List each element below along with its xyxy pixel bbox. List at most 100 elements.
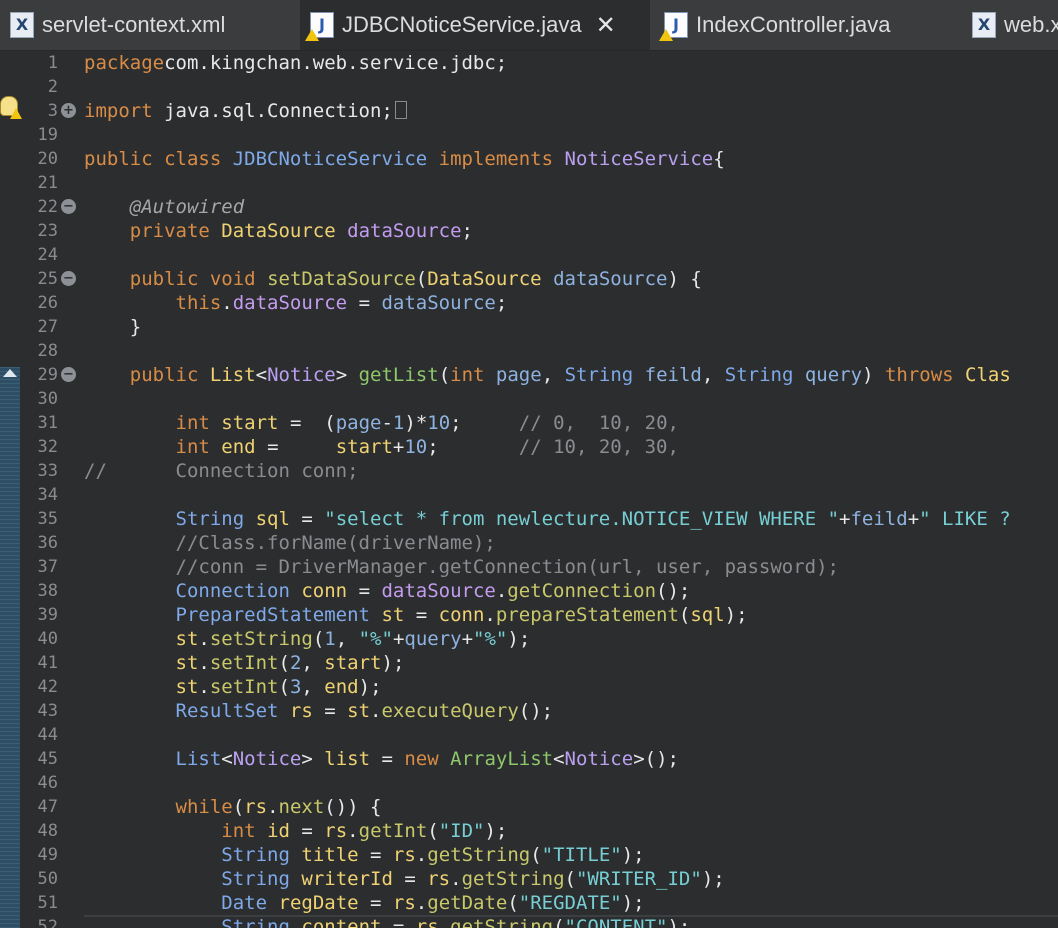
code-token: ( bbox=[312, 628, 325, 650]
collapsed-imports-marker[interactable] bbox=[394, 101, 407, 119]
code-line[interactable]: 37 //conn = DriverManager.getConnection(… bbox=[0, 555, 1058, 579]
line-number: 28 bbox=[37, 341, 58, 361]
code-token: + bbox=[392, 628, 405, 650]
code-token: new bbox=[404, 748, 439, 770]
code-line[interactable]: 40 st.setString(1, "%"+query+"%"); bbox=[0, 627, 1058, 651]
code-line[interactable]: 47 while(rs.next()) { bbox=[0, 795, 1058, 819]
code-line[interactable]: 3 + import java.sql.Connection; bbox=[0, 99, 1058, 123]
code-line[interactable]: 46 bbox=[0, 771, 1058, 795]
code-token: "REGDATE" bbox=[518, 892, 622, 914]
code-token: public class bbox=[84, 148, 222, 170]
code-token: int bbox=[175, 412, 210, 434]
code-line[interactable]: 22− @Autowired bbox=[0, 195, 1058, 219]
code-token: sql bbox=[690, 604, 725, 626]
code-token: "select * from newlecture.NOTICE_VIEW WH… bbox=[324, 508, 840, 530]
code-line[interactable]: 27 } bbox=[0, 315, 1058, 339]
code-line[interactable]: 23 private DataSource dataSource; bbox=[0, 219, 1058, 243]
code-line[interactable]: 50 String writerId = rs.getString("WRITE… bbox=[0, 867, 1058, 891]
code-token: setInt bbox=[209, 676, 279, 698]
code-token: NoticeService bbox=[564, 148, 714, 170]
code-line[interactable]: 44 bbox=[0, 723, 1058, 747]
code-line[interactable]: 41 st.setInt(2, start); bbox=[0, 651, 1058, 675]
tab-index-controller[interactable]: J IndexController.java bbox=[654, 0, 954, 50]
java-file-warning-icon: J bbox=[659, 12, 688, 41]
code-line[interactable]: 31 int start = (page-1)*10; // 0, 10, 20… bbox=[0, 411, 1058, 435]
code-token: . bbox=[484, 604, 496, 626]
code-token: + bbox=[392, 436, 405, 458]
tab-servlet-context[interactable]: X servlet-context.xml bbox=[0, 0, 298, 50]
code-line[interactable]: 21 bbox=[0, 171, 1058, 195]
line-number: 32 bbox=[37, 437, 58, 457]
code-line[interactable]: 28 bbox=[0, 339, 1058, 363]
tab-web-xml[interactable]: X web.x bbox=[962, 0, 1058, 50]
code-token: feild bbox=[644, 364, 702, 386]
code-token: String bbox=[175, 508, 245, 530]
code-line[interactable]: 45 List<Notice> list = new ArrayList<Not… bbox=[0, 747, 1058, 771]
code-line[interactable]: 33 // Connection conn; bbox=[0, 459, 1058, 483]
tab-jdbc-notice-service[interactable]: J JDBCNoticeService.java ✕ bbox=[300, 0, 650, 50]
code-token: = bbox=[370, 748, 405, 770]
code-token: ( bbox=[278, 676, 290, 698]
collapse-fold-icon[interactable]: − bbox=[61, 271, 76, 286]
code-token: ResultSet bbox=[175, 700, 279, 722]
code-token: rs bbox=[289, 700, 313, 722]
code-line[interactable]: 42 st.setInt(3, end); bbox=[0, 675, 1058, 699]
code-token: List bbox=[175, 748, 222, 770]
code-token: (); bbox=[518, 700, 554, 722]
code-token: = bbox=[404, 604, 439, 626]
code-editor[interactable]: 1 packagecom.kingchan.web.service.jdbc; 2 3… bbox=[0, 51, 1058, 928]
collapse-fold-icon[interactable]: − bbox=[61, 199, 76, 214]
code-line[interactable]: 29− public List<Notice> getList(int page… bbox=[0, 363, 1058, 387]
code-text: int id = rs.getInt("ID"); bbox=[84, 819, 519, 843]
code-text: st.setInt(3, end); bbox=[84, 675, 393, 699]
code-token: = bbox=[312, 700, 348, 722]
code-token: rs bbox=[392, 892, 416, 914]
line-number: 24 bbox=[37, 245, 58, 265]
code-line[interactable]: 20 public class JDBCNoticeService impleme… bbox=[0, 147, 1058, 171]
code-line[interactable]: 34 bbox=[0, 483, 1058, 507]
code-token: 10 bbox=[427, 412, 451, 434]
code-line[interactable]: 30 bbox=[0, 387, 1058, 411]
collapse-fold-icon[interactable]: − bbox=[61, 367, 76, 382]
close-tab-icon[interactable]: ✕ bbox=[596, 11, 616, 39]
code-line[interactable]: 35 String sql = "select * from newlectur… bbox=[0, 507, 1058, 531]
code-line[interactable]: 51 Date regDate = rs.getDate("REGDATE"); bbox=[0, 891, 1058, 915]
code-token: PreparedStatement bbox=[175, 604, 370, 626]
code-token: end bbox=[221, 436, 256, 458]
code-line[interactable]: 26 this.dataSource = dataSource; bbox=[0, 291, 1058, 315]
code-line[interactable]: 19 bbox=[0, 123, 1058, 147]
code-line[interactable]: 49 String title = rs.getString("TITLE"); bbox=[0, 843, 1058, 867]
code-token: - bbox=[381, 412, 393, 434]
code-token: title bbox=[301, 844, 359, 866]
expand-fold-icon[interactable]: + bbox=[61, 103, 76, 118]
code-line[interactable]: 1 packagecom.kingchan.web.service.jdbc; bbox=[0, 51, 1058, 75]
code-text: public class JDBCNoticeService implement… bbox=[84, 147, 725, 171]
code-token: "ID" bbox=[438, 820, 485, 842]
line-number: 38 bbox=[37, 581, 58, 601]
code-token: public bbox=[129, 364, 199, 386]
code-line[interactable]: 32 int end = start+10; // 10, 20, 30, bbox=[0, 435, 1058, 459]
code-line[interactable]: 25− public void setDataSource(DataSource… bbox=[0, 267, 1058, 291]
code-line[interactable]: 36 //Class.forName(driverName); bbox=[0, 531, 1058, 555]
code-line[interactable]: 24 bbox=[0, 243, 1058, 267]
code-line[interactable]: 38 Connection conn = dataSource.getConne… bbox=[0, 579, 1058, 603]
code-line[interactable]: 39 PreparedStatement st = conn.prepareSt… bbox=[0, 603, 1058, 627]
code-line[interactable]: 48 int id = rs.getInt("ID"); bbox=[0, 819, 1058, 843]
code-line[interactable]: 2 bbox=[0, 75, 1058, 99]
code-token: list bbox=[324, 748, 371, 770]
code-token: > bbox=[335, 364, 359, 386]
code-token: // 10, 20, 30, bbox=[518, 436, 679, 458]
code-token: + bbox=[461, 628, 474, 650]
line-number: 34 bbox=[37, 485, 58, 505]
code-token: ); bbox=[621, 892, 657, 914]
line-number: 23 bbox=[37, 221, 58, 241]
code-line[interactable]: 43 ResultSet rs = st.executeQuery(); bbox=[0, 699, 1058, 723]
